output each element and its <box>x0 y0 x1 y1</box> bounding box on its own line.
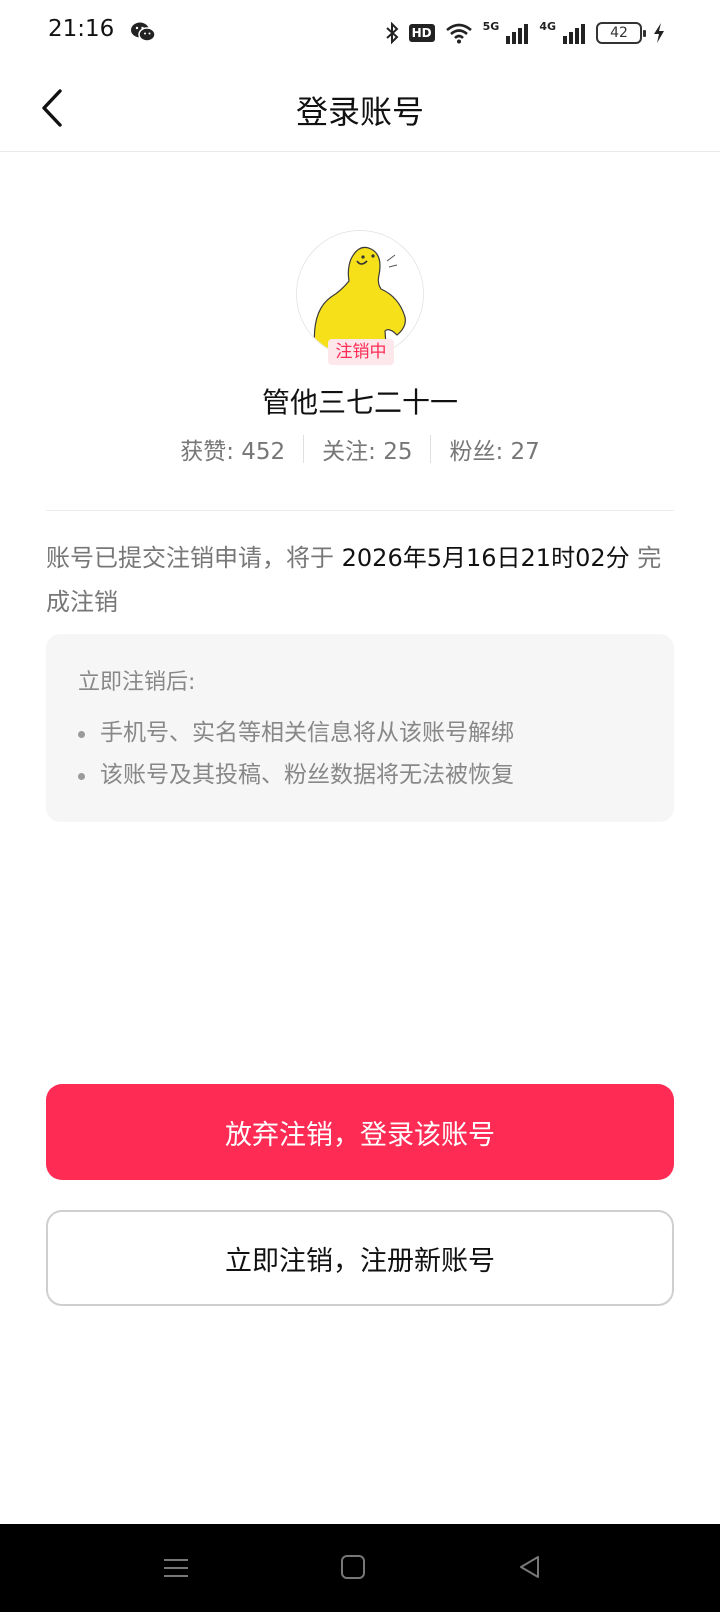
network-label-4g: 4G <box>539 19 556 33</box>
status-badge: 注销中 <box>328 339 394 365</box>
system-nav-bar <box>0 1524 720 1612</box>
cancel-deletion-login-button[interactable]: 放弃注销，登录该账号 <box>46 1084 674 1180</box>
cancellation-notice: 账号已提交注销申请，将于 2026年5月16日21时02分 完成注销 <box>46 536 674 624</box>
stat-likes: 获赞: 452 <box>180 439 286 465</box>
battery-icon: 42 <box>596 22 646 44</box>
section-divider <box>46 510 674 511</box>
network-label-5g: 5G <box>482 19 500 33</box>
stat-followers: 粉丝: 27 <box>449 439 540 465</box>
menu-icon[interactable] <box>162 1554 190 1582</box>
list-item: 该账号及其投稿、粉丝数据将无法被恢复 <box>78 754 642 796</box>
wechat-icon <box>131 22 156 42</box>
notice-prefix: 账号已提交注销申请，将于 <box>46 544 342 572</box>
stat-following: 关注: 25 <box>322 439 413 465</box>
signal-icon-2 <box>563 24 585 44</box>
info-list: 手机号、实名等相关信息将从该账号解绑 该账号及其投稿、粉丝数据将无法被恢复 <box>78 712 642 796</box>
confirm-deletion-register-button[interactable]: 立即注销，注册新账号 <box>46 1210 674 1306</box>
battery-level: 42 <box>610 25 628 41</box>
info-title: 立即注销后: <box>78 670 196 695</box>
notice-date: 2026年5月16日21时02分 <box>341 544 630 572</box>
status-icons: HD 5G 4G 42 <box>385 19 666 47</box>
home-icon[interactable] <box>339 1553 367 1581</box>
bluetooth-icon <box>385 22 399 44</box>
info-box: 立即注销后: 手机号、实名等相关信息将从该账号解绑 该账号及其投稿、粉丝数据将无… <box>46 634 674 822</box>
signal-icon <box>506 24 529 44</box>
status-time: 21:16 <box>48 16 115 42</box>
charging-icon <box>654 23 664 43</box>
hd-badge: HD <box>408 24 435 42</box>
list-item: 手机号、实名等相关信息将从该账号解绑 <box>78 712 642 754</box>
status-bar: 21:16 HD 5G 4G 42 <box>0 0 720 66</box>
page-title: 登录账号 <box>295 93 424 131</box>
back-triangle-icon[interactable] <box>516 1553 544 1581</box>
avatar-container: 注销中 <box>296 230 424 365</box>
nickname: 管他三七二十一 <box>261 386 458 419</box>
header: 登录账号 <box>0 66 720 152</box>
wifi-icon <box>445 23 472 44</box>
profile-stats: 获赞: 452 关注: 25 粉丝: 27 <box>0 432 720 466</box>
